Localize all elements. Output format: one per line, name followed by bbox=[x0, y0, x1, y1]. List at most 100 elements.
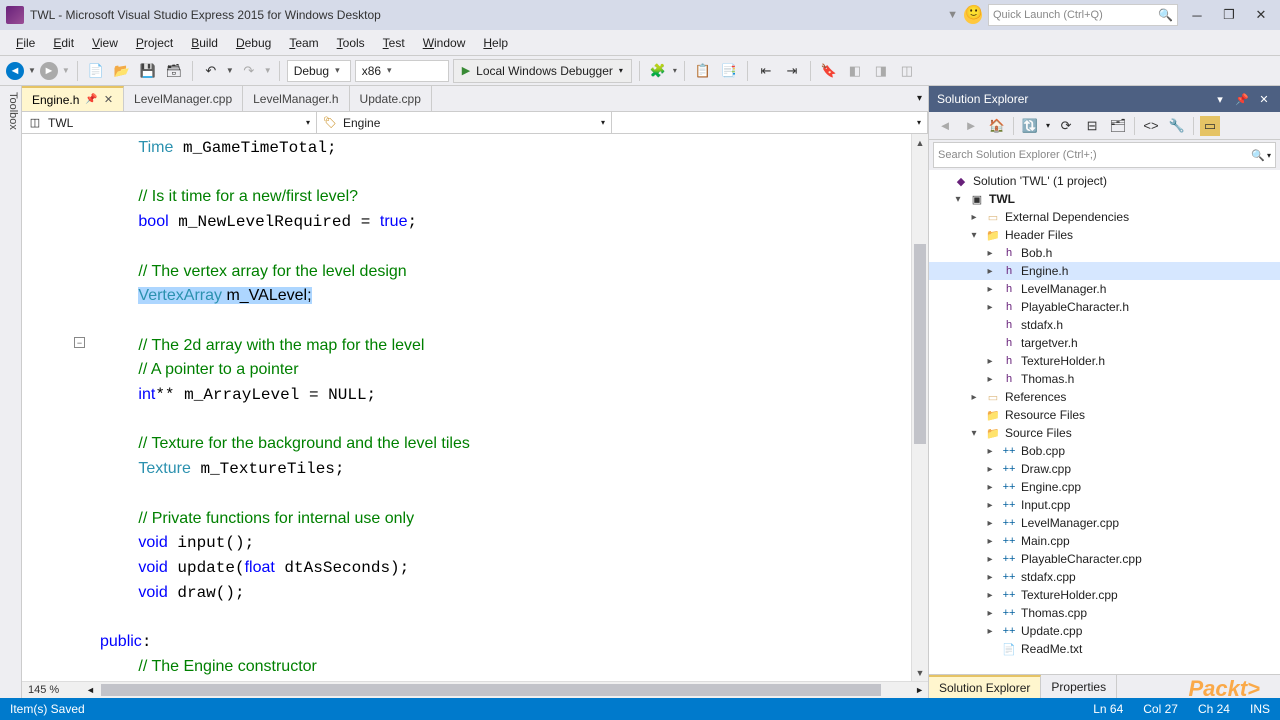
expand-icon[interactable]: ▸ bbox=[983, 248, 997, 259]
expand-icon[interactable]: ▸ bbox=[983, 572, 997, 583]
new-project-button[interactable]: 📄 bbox=[85, 60, 107, 82]
tree-item[interactable]: ▸++Bob.cpp bbox=[929, 442, 1280, 460]
tab-engine-h[interactable]: Engine.h📌✕ bbox=[22, 86, 124, 111]
redo-button[interactable]: ↷ bbox=[238, 60, 260, 82]
tree-item[interactable]: hstdafx.h bbox=[929, 316, 1280, 334]
scroll-up-icon[interactable]: ▲ bbox=[912, 134, 928, 151]
tree-item[interactable]: ▸hLevelManager.h bbox=[929, 280, 1280, 298]
platform-dropdown[interactable]: x86▾ bbox=[355, 60, 449, 82]
menu-debug[interactable]: Debug bbox=[228, 33, 279, 53]
tb-icon-5[interactable]: ◨ bbox=[870, 60, 892, 82]
chevron-down-icon[interactable]: ▼ bbox=[28, 66, 36, 75]
tree-item[interactable]: ◆Solution 'TWL' (1 project) bbox=[929, 172, 1280, 190]
expand-icon[interactable]: ▸ bbox=[983, 446, 997, 457]
menu-help[interactable]: Help bbox=[475, 33, 516, 53]
expand-icon[interactable]: ▸ bbox=[983, 266, 997, 277]
code-icon[interactable]: <> bbox=[1141, 116, 1161, 136]
tree-item[interactable]: ▾📁Header Files bbox=[929, 226, 1280, 244]
expand-icon[interactable]: ▸ bbox=[983, 626, 997, 637]
properties-icon[interactable]: 🔧 bbox=[1167, 116, 1187, 136]
menu-file[interactable]: File bbox=[8, 33, 43, 53]
tb-icon-1[interactable]: 🧩 bbox=[647, 60, 669, 82]
tree-item[interactable]: ▸hThomas.h bbox=[929, 370, 1280, 388]
expand-icon[interactable]: ▸ bbox=[983, 302, 997, 313]
tree-item[interactable]: ▸▭External Dependencies bbox=[929, 208, 1280, 226]
tab-menu-icon[interactable]: ▾ bbox=[917, 93, 922, 104]
menu-test[interactable]: Test bbox=[375, 33, 413, 53]
tree-item[interactable]: 📄ReadMe.txt bbox=[929, 640, 1280, 658]
save-button[interactable]: 💾 bbox=[137, 60, 159, 82]
scroll-thumb-v[interactable] bbox=[914, 244, 926, 444]
tab-levelmanager-h[interactable]: LevelManager.h bbox=[243, 86, 349, 111]
tb-icon-6[interactable]: ◫ bbox=[896, 60, 918, 82]
se-icon-1[interactable]: 🔃 bbox=[1020, 116, 1040, 136]
restore-button[interactable]: ❐ bbox=[1216, 4, 1242, 26]
tree-item[interactable]: ▸++Main.cpp bbox=[929, 532, 1280, 550]
tree-item[interactable]: ▸++Thomas.cpp bbox=[929, 604, 1280, 622]
tree-item[interactable]: ▾▣TWL bbox=[929, 190, 1280, 208]
collapse-icon[interactable]: ⊟ bbox=[1082, 116, 1102, 136]
menu-view[interactable]: View bbox=[84, 33, 126, 53]
expand-icon[interactable]: ▸ bbox=[983, 464, 997, 475]
menu-tools[interactable]: Tools bbox=[329, 33, 373, 53]
dropdown-icon[interactable]: ▾ bbox=[1212, 91, 1228, 107]
expand-icon[interactable]: ▸ bbox=[983, 554, 997, 565]
code-editor[interactable]: − Time m_GameTimeTotal; // Is it time fo… bbox=[22, 134, 928, 698]
menu-team[interactable]: Team bbox=[281, 33, 326, 53]
solution-explorer-header[interactable]: Solution Explorer ▾ 📌 ✕ bbox=[929, 86, 1280, 112]
feedback-icon[interactable] bbox=[964, 6, 982, 24]
menu-window[interactable]: Window bbox=[415, 33, 474, 53]
expand-icon[interactable]: ▸ bbox=[967, 392, 981, 403]
start-debug-button[interactable]: ▶ Local Windows Debugger ▾ bbox=[453, 59, 632, 83]
close-icon[interactable]: ✕ bbox=[1256, 91, 1272, 107]
class-dropdown[interactable]: 🏷 Engine ▾ bbox=[317, 112, 612, 133]
tree-item[interactable]: ▸hPlayableCharacter.h bbox=[929, 298, 1280, 316]
expand-icon[interactable]: ▸ bbox=[983, 500, 997, 511]
expand-icon[interactable]: ▸ bbox=[983, 284, 997, 295]
expand-icon[interactable]: ▾ bbox=[967, 428, 981, 439]
panel-tab-properties[interactable]: Properties bbox=[1041, 675, 1117, 698]
solution-tree[interactable]: ◆Solution 'TWL' (1 project)▾▣TWL▸▭Extern… bbox=[929, 170, 1280, 674]
se-forward-button[interactable]: ► bbox=[961, 116, 981, 136]
expand-icon[interactable]: ▸ bbox=[983, 356, 997, 367]
tree-item[interactable]: ▸hEngine.h bbox=[929, 262, 1280, 280]
minimize-button[interactable]: ─ bbox=[1184, 4, 1210, 26]
scroll-thumb-h[interactable] bbox=[101, 684, 881, 696]
tb-icon-2[interactable]: 📋 bbox=[692, 60, 714, 82]
tree-item[interactable]: ▸▭References bbox=[929, 388, 1280, 406]
tree-item[interactable]: ▸++PlayableCharacter.cpp bbox=[929, 550, 1280, 568]
tree-item[interactable]: ▸++stdafx.cpp bbox=[929, 568, 1280, 586]
expand-icon[interactable]: ▸ bbox=[983, 590, 997, 601]
close-button[interactable]: ✕ bbox=[1248, 4, 1274, 26]
panel-tab-solution-explorer[interactable]: Solution Explorer bbox=[929, 675, 1041, 698]
pin-icon[interactable]: 📌 bbox=[1234, 91, 1250, 107]
tree-item[interactable]: ▸++Engine.cpp bbox=[929, 478, 1280, 496]
scrollbar-vertical[interactable]: ▲ ▼ bbox=[911, 134, 928, 681]
nav-back-button[interactable]: ◄ bbox=[6, 62, 24, 80]
tree-item[interactable]: ▸++Draw.cpp bbox=[929, 460, 1280, 478]
indent-button[interactable]: ⇥ bbox=[781, 60, 803, 82]
undo-button[interactable]: ↶ bbox=[200, 60, 222, 82]
tree-item[interactable]: htargetver.h bbox=[929, 334, 1280, 352]
solution-explorer-search[interactable]: Search Solution Explorer (Ctrl+;) 🔍 ▾ bbox=[933, 142, 1276, 168]
tree-item[interactable]: 📁Resource Files bbox=[929, 406, 1280, 424]
se-back-button[interactable]: ◄ bbox=[935, 116, 955, 136]
home-icon[interactable]: 🏠 bbox=[987, 116, 1007, 136]
member-dropdown[interactable]: ▾ bbox=[612, 112, 928, 133]
tree-item[interactable]: ▸++Update.cpp bbox=[929, 622, 1280, 640]
menu-project[interactable]: Project bbox=[128, 33, 181, 53]
config-dropdown[interactable]: Debug▾ bbox=[287, 60, 351, 82]
scroll-down-icon[interactable]: ▼ bbox=[912, 664, 928, 681]
bookmark-button[interactable]: 🔖 bbox=[818, 60, 840, 82]
tree-item[interactable]: ▾📁Source Files bbox=[929, 424, 1280, 442]
toolbox-sidebar[interactable]: Toolbox bbox=[0, 86, 22, 698]
close-icon[interactable]: ✕ bbox=[104, 93, 113, 106]
menu-build[interactable]: Build bbox=[183, 33, 226, 53]
expand-icon[interactable]: ▸ bbox=[967, 212, 981, 223]
zoom-level[interactable]: 145 % bbox=[22, 684, 82, 696]
notification-chevron-icon[interactable]: ▼ bbox=[947, 9, 958, 21]
quick-launch-input[interactable]: Quick Launch (Ctrl+Q) 🔍 bbox=[988, 4, 1178, 26]
tree-item[interactable]: ▸++TextureHolder.cpp bbox=[929, 586, 1280, 604]
show-all-icon[interactable]: 🗂 bbox=[1108, 116, 1128, 136]
open-file-button[interactable]: 📂 bbox=[111, 60, 133, 82]
